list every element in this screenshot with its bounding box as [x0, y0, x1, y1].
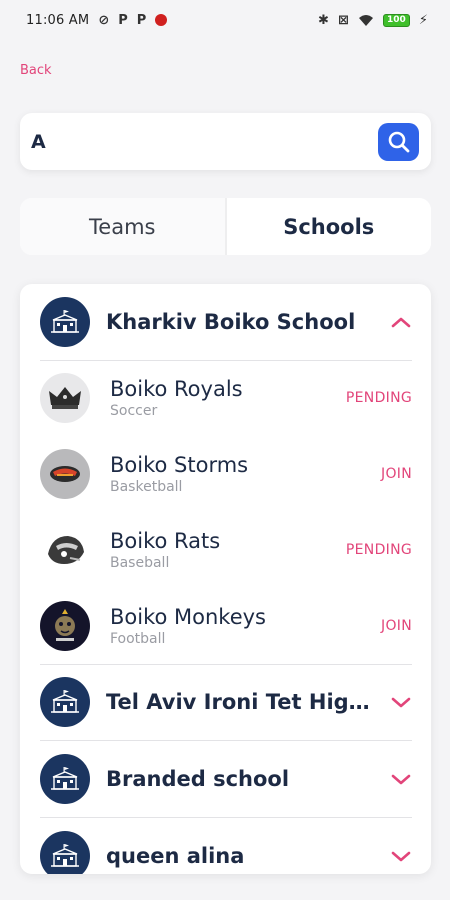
search-input[interactable] — [31, 130, 378, 153]
rat-logo-icon — [40, 525, 90, 575]
team-sport: Baseball — [110, 555, 170, 571]
team-sport: Football — [110, 631, 166, 647]
team-info: Boiko Monkeys Football — [110, 604, 381, 648]
tab-teams[interactable]: Teams — [20, 198, 225, 255]
tab-schools[interactable]: Schools — [224, 198, 431, 255]
bluetooth-icon: ✱ — [318, 12, 329, 28]
chevron-down-icon[interactable] — [390, 768, 412, 790]
monkey-logo-icon — [40, 601, 90, 651]
crown-logo-icon — [40, 373, 90, 423]
search-icon — [388, 131, 409, 152]
team-name: Boiko Storms — [110, 453, 249, 477]
team-row-boiko-storms[interactable]: Boiko Storms Basketball JOIN — [40, 436, 412, 512]
school-name: Kharkiv Boiko School — [106, 310, 356, 334]
status-bar: 11:06 AM ⊘ P P ✱ ⊠ 100 ⚡ — [0, 0, 450, 40]
school-row-branded[interactable]: Branded school — [40, 741, 412, 817]
pending-status[interactable]: PENDING — [346, 542, 412, 558]
school-row-queen-alina[interactable]: queen alina — [40, 818, 412, 874]
status-bar-right: ✱ ⊠ 100 ⚡ — [318, 13, 428, 28]
wifi-icon — [358, 14, 373, 26]
sim-off-icon: ⊠ — [337, 12, 349, 28]
search-bar — [20, 113, 431, 170]
clock: 11:06 AM — [26, 12, 90, 28]
team-name: Boiko Rats — [110, 529, 221, 553]
tab-bar: Teams Schools — [20, 198, 431, 255]
school-row-tel-aviv-ironi[interactable]: Tel Aviv Ironi Tet High School — [40, 664, 412, 740]
team-name: Boiko Monkeys — [110, 605, 267, 629]
battery-icon: 100 — [382, 13, 410, 27]
school-building-icon — [40, 297, 90, 347]
team-row-boiko-rats[interactable]: Boiko Rats Baseball PENDING — [40, 512, 412, 588]
school-name: Tel Aviv Ironi Tet High School — [106, 690, 382, 714]
school-name: queen alina — [106, 844, 245, 868]
school-row-kharkiv-boiko[interactable]: Kharkiv Boiko School — [40, 284, 412, 360]
team-row-boiko-royals[interactable]: Boiko Royals Soccer PENDING — [40, 360, 412, 436]
school-building-icon — [40, 754, 90, 804]
school-name: Branded school — [106, 767, 290, 791]
alarm-off-icon: ⊘ — [98, 12, 110, 28]
p-app-icon: P — [118, 12, 128, 28]
back-link[interactable]: Back — [20, 63, 52, 78]
join-button[interactable]: JOIN — [381, 618, 412, 634]
team-row-boiko-monkeys[interactable]: Boiko Monkeys Football JOIN — [40, 588, 412, 664]
storm-logo-icon — [40, 449, 90, 499]
schools-list: Kharkiv Boiko School Boiko Royals Soccer… — [20, 284, 431, 874]
chevron-up-icon[interactable] — [390, 311, 412, 333]
school-building-icon — [40, 677, 90, 727]
search-button[interactable] — [378, 122, 419, 161]
charging-icon: ⚡ — [418, 12, 428, 28]
chevron-down-icon[interactable] — [390, 691, 412, 713]
team-info: Boiko Royals Soccer — [110, 376, 346, 420]
school-building-icon — [40, 831, 90, 874]
tomato-icon — [155, 14, 168, 26]
status-bar-left: 11:06 AM ⊘ P P — [26, 12, 168, 28]
team-sport: Basketball — [110, 479, 183, 495]
chevron-down-icon[interactable] — [390, 845, 412, 867]
pending-status[interactable]: PENDING — [346, 390, 412, 406]
team-info: Boiko Storms Basketball — [110, 452, 381, 496]
p-app-icon: P — [136, 12, 147, 28]
team-sport: Soccer — [110, 403, 158, 419]
join-button[interactable]: JOIN — [381, 466, 412, 482]
team-info: Boiko Rats Baseball — [110, 528, 346, 572]
team-name: Boiko Royals — [110, 377, 243, 401]
